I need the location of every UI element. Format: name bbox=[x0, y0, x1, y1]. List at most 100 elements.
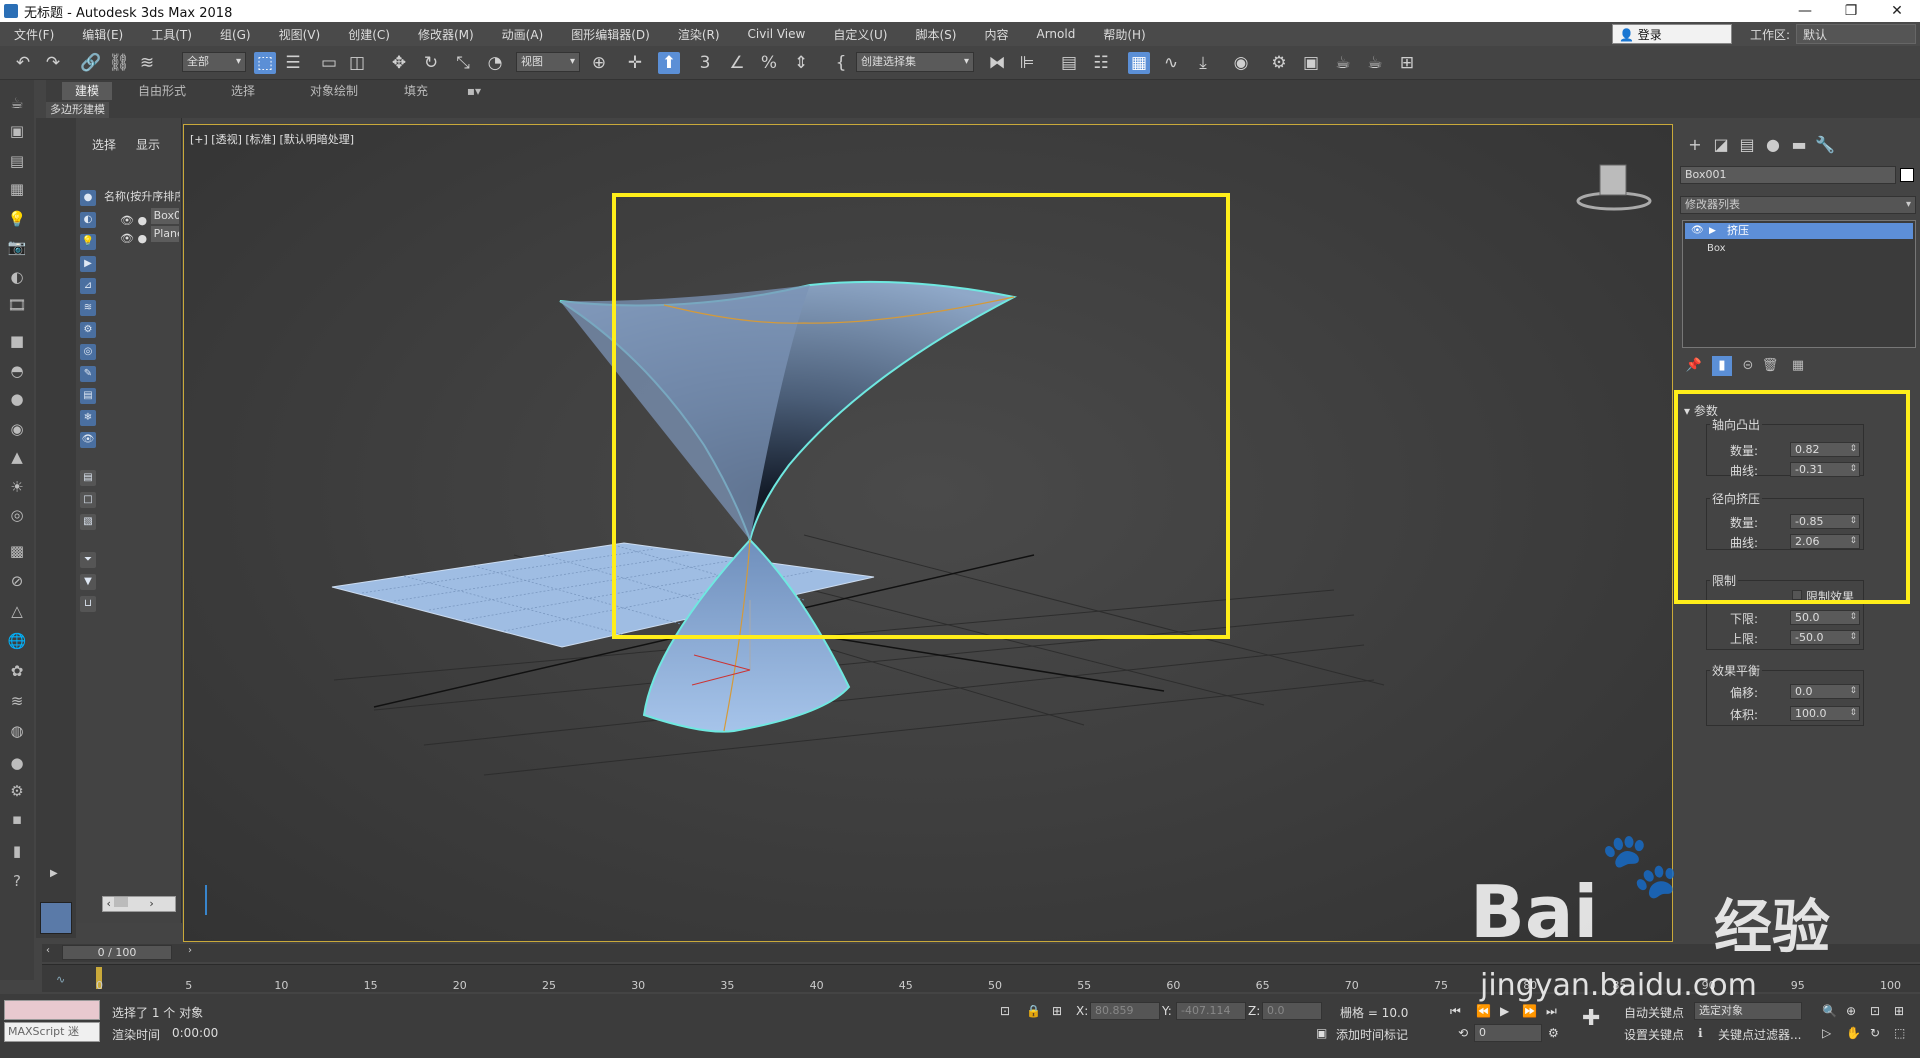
scene-explorer-icon[interactable]: ▦ bbox=[1128, 52, 1150, 74]
sphere-icon[interactable]: ● bbox=[6, 388, 28, 410]
select-manipulate-icon[interactable]: ✛ bbox=[624, 52, 646, 74]
menu-edit[interactable]: 编辑(E) bbox=[68, 26, 137, 43]
panel-icon[interactable]: ▤ bbox=[6, 150, 28, 172]
grid-icon[interactable]: ▦ bbox=[6, 178, 28, 200]
pan-icon[interactable]: ✋ bbox=[1846, 1026, 1861, 1040]
y-coord-field[interactable]: -407.114 bbox=[1176, 1002, 1246, 1020]
fov-icon[interactable]: ▷ bbox=[1822, 1026, 1831, 1040]
maximize-viewport-icon[interactable]: ⬚ bbox=[1894, 1026, 1905, 1040]
modify-tab-icon[interactable]: ◪ bbox=[1710, 134, 1732, 156]
render-icon[interactable]: ▣ bbox=[6, 120, 28, 142]
configure-sets-icon[interactable]: ▦ bbox=[1788, 356, 1808, 376]
expand-arrow-icon[interactable]: ▶ bbox=[1709, 223, 1716, 239]
angle-snap-icon[interactable]: ∠ bbox=[726, 52, 748, 74]
time-config-icon[interactable]: ⚙ bbox=[1548, 1026, 1559, 1040]
menu-content[interactable]: 内容 bbox=[970, 26, 1022, 43]
menu-group[interactable]: 组(G) bbox=[206, 26, 265, 43]
filter-helpers-icon[interactable]: ⊿ bbox=[80, 278, 96, 294]
edit-named-sets-icon[interactable]: { bbox=[830, 52, 852, 74]
restore-icon[interactable]: ❐ bbox=[1828, 3, 1874, 19]
mesh-icon[interactable]: ▩ bbox=[6, 540, 28, 562]
snap-toggle-icon[interactable]: 3 bbox=[694, 52, 716, 74]
render-toggle-icon[interactable]: ● bbox=[137, 232, 147, 245]
menu-view[interactable]: 视图(V) bbox=[265, 26, 335, 43]
filter-geometry-icon[interactable]: ● bbox=[80, 190, 96, 206]
unlink-icon[interactable]: ⛓ bbox=[108, 52, 130, 74]
lock-icon[interactable]: 🔒 bbox=[1026, 1004, 1041, 1018]
ribbon-options-icon[interactable]: ▪▾ bbox=[462, 82, 486, 100]
x-coord-field[interactable]: 80.859 bbox=[1090, 1002, 1160, 1020]
time-slider-thumb[interactable]: 0 / 100 bbox=[62, 945, 172, 960]
hemisphere-icon[interactable]: ◓ bbox=[6, 360, 28, 382]
named-selection-sets-dropdown[interactable]: 创建选择集 bbox=[856, 52, 974, 72]
filter-groups-icon[interactable]: ⚙ bbox=[80, 322, 96, 338]
redo-icon[interactable]: ↷ bbox=[42, 52, 64, 74]
color-icon[interactable]: ▪ bbox=[6, 808, 28, 830]
close-icon[interactable]: ✕ bbox=[1874, 3, 1920, 19]
ribbon-tab-object-paint[interactable]: 对象绘制 bbox=[294, 82, 374, 100]
rect-selection-icon[interactable]: ▭ bbox=[318, 52, 340, 74]
cone-icon[interactable]: ▲ bbox=[6, 446, 28, 468]
filter-icon[interactable]: ▼ bbox=[80, 574, 96, 590]
film-icon[interactable]: 🎞 bbox=[6, 294, 28, 316]
volume-spinner[interactable]: 100.0 bbox=[1790, 706, 1860, 721]
upper-limit-spinner[interactable]: -50.0 bbox=[1790, 630, 1860, 645]
percent-snap-icon[interactable]: % bbox=[758, 52, 780, 74]
filter-lights-icon[interactable]: 💡 bbox=[80, 234, 96, 250]
bias-spinner[interactable]: 0.0 bbox=[1790, 684, 1860, 699]
menu-civil-view[interactable]: Civil View bbox=[734, 27, 820, 41]
rendered-frame-icon[interactable]: ▣ bbox=[1300, 52, 1322, 74]
align-icon[interactable]: ⊫ bbox=[1016, 52, 1038, 74]
ribbon-subtab-poly-modeling[interactable]: 多边形建模 bbox=[46, 102, 109, 118]
box-icon[interactable]: ■ bbox=[6, 330, 28, 352]
plant-icon[interactable]: ✿ bbox=[6, 660, 28, 682]
ribbon-tab-populate[interactable]: 填充 bbox=[396, 82, 436, 100]
object-name-field[interactable]: Box001 bbox=[1680, 166, 1896, 184]
hierarchy-tab-icon[interactable]: ▤ bbox=[1736, 134, 1758, 156]
add-time-tag[interactable]: 添加时间标记 bbox=[1336, 1026, 1408, 1043]
shell-icon[interactable]: ◉ bbox=[6, 418, 28, 440]
make-unique-icon[interactable]: ⊝ bbox=[1738, 356, 1758, 376]
menu-file[interactable]: 文件(F) bbox=[0, 26, 68, 43]
render-production-icon[interactable]: ☕ bbox=[1332, 52, 1354, 74]
schematic-view-icon[interactable]: ⤓ bbox=[1192, 52, 1214, 74]
render-setup-icon[interactable]: ⚙ bbox=[1268, 52, 1290, 74]
select-by-name-icon[interactable]: ☰ bbox=[282, 52, 304, 74]
window-crossing-icon[interactable]: ◫ bbox=[346, 52, 368, 74]
orbit-icon[interactable]: ↻ bbox=[1870, 1026, 1880, 1040]
login-dropdown[interactable]: 👤 登录 bbox=[1612, 24, 1732, 44]
keyboard-shortcut-icon[interactable]: ⬆ bbox=[658, 52, 680, 74]
time-tag-icon[interactable]: ▣ bbox=[1316, 1026, 1327, 1040]
undo-icon[interactable]: ↶ bbox=[12, 52, 34, 74]
create-tab-icon[interactable]: + bbox=[1684, 134, 1706, 156]
settings-icon[interactable]: ⚙ bbox=[6, 780, 28, 802]
ribbon-tab-freeform[interactable]: 自由形式 bbox=[126, 82, 198, 100]
pivot-center-icon[interactable]: ⊕ bbox=[588, 52, 610, 74]
filter-containers-icon[interactable]: ▤ bbox=[80, 388, 96, 404]
display-tab-icon[interactable]: ▬ bbox=[1788, 134, 1810, 156]
lower-limit-spinner[interactable]: 50.0 bbox=[1790, 610, 1860, 625]
hf-icon[interactable]: ≋ bbox=[6, 690, 28, 712]
menu-scripting[interactable]: 脚本(S) bbox=[901, 26, 970, 43]
minimize-icon[interactable]: — bbox=[1782, 3, 1828, 19]
set-key-button[interactable]: 设置关键点 bbox=[1624, 1026, 1684, 1043]
eye-icon[interactable]: 👁 bbox=[1691, 223, 1704, 239]
menu-rendering[interactable]: 渲染(R) bbox=[664, 26, 734, 43]
filter-shapes-icon[interactable]: ◐ bbox=[80, 212, 96, 228]
utilities-tab-icon[interactable]: 🔧 bbox=[1814, 134, 1836, 156]
help-icon[interactable]: ? bbox=[6, 870, 28, 892]
camera-icon[interactable]: 📷 bbox=[6, 236, 28, 258]
material-editor-icon[interactable]: ◉ bbox=[1230, 52, 1252, 74]
mirror-icon[interactable]: ⧓ bbox=[986, 52, 1008, 74]
visibility-icon[interactable]: 👁 bbox=[120, 232, 134, 245]
explorer-row-box[interactable]: 👁 ● Box001 bbox=[120, 208, 179, 227]
filter-invert-icon[interactable]: ▧ bbox=[80, 514, 96, 530]
light-icon[interactable]: 💡 bbox=[6, 208, 28, 230]
layer-icon[interactable]: ⊔ bbox=[80, 596, 96, 612]
select-object-icon[interactable]: ⬚ bbox=[254, 52, 276, 74]
audio-icon[interactable]: ◐ bbox=[6, 266, 28, 288]
maxscript-listener[interactable] bbox=[4, 1000, 100, 1020]
graph-icon[interactable]: ◍ bbox=[6, 720, 28, 742]
sphere-blue-icon[interactable]: ● bbox=[6, 752, 28, 774]
link-icon[interactable]: 🔗 bbox=[80, 52, 102, 74]
